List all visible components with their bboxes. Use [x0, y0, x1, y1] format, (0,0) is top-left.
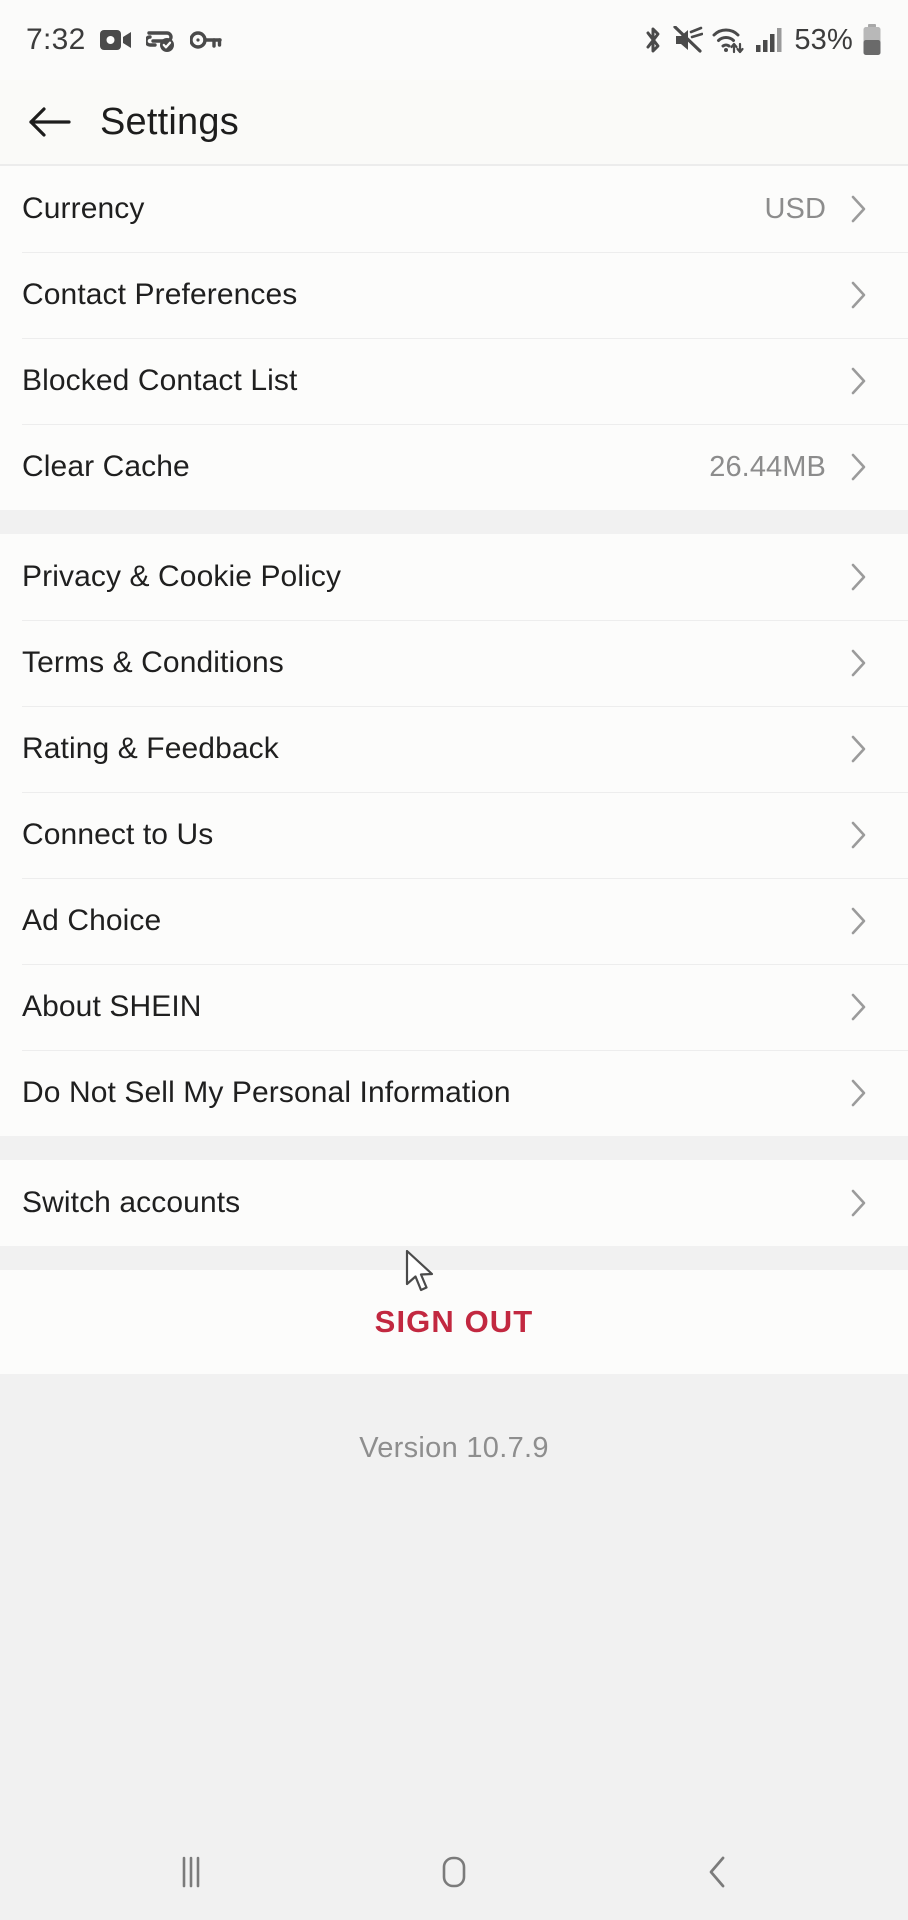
row-label: Do Not Sell My Personal Information — [22, 1076, 511, 1109]
setting-row-privacy-cookie-policy[interactable]: Privacy & Cookie Policy — [0, 534, 908, 620]
sign-out-label: SIGN OUT — [374, 1304, 534, 1339]
setting-row-rating-feedback[interactable]: Rating & Feedback — [0, 706, 908, 792]
key-icon — [189, 30, 222, 50]
setting-row-currency[interactable]: Currency USD — [0, 166, 908, 252]
setting-row-do-not-sell-my-personal-information[interactable]: Do Not Sell My Personal Information — [0, 1050, 908, 1136]
chevron-right-icon — [848, 646, 870, 680]
row-label: About SHEIN — [22, 990, 202, 1023]
version-footer: Version 10.7.9 — [0, 1374, 908, 1824]
nav-back-icon[interactable] — [662, 1837, 772, 1907]
settings-section-preferences: Currency USD Contact Preferences Blocked… — [0, 166, 908, 510]
setting-row-blocked-contact-list[interactable]: Blocked Contact List — [0, 338, 908, 424]
wifi-icon — [712, 26, 746, 54]
sign-out-button[interactable]: SIGN OUT — [0, 1270, 908, 1374]
row-label: Ad Choice — [22, 904, 162, 937]
chevron-right-icon — [848, 450, 870, 484]
video-camera-icon — [99, 28, 132, 52]
row-label: Terms & Conditions — [22, 646, 284, 679]
settings-section-account: Switch accounts — [0, 1160, 908, 1246]
bluetooth-icon — [642, 25, 664, 55]
setting-row-clear-cache[interactable]: Clear Cache 26.44MB — [0, 424, 908, 510]
chevron-right-icon — [848, 1186, 870, 1220]
section-divider-1 — [0, 510, 908, 534]
chevron-right-icon — [848, 278, 870, 312]
row-label: Currency — [22, 192, 145, 225]
vpn-check-icon — [145, 27, 176, 53]
status-time: 7:32 — [26, 23, 86, 56]
row-label: Switch accounts — [22, 1186, 241, 1219]
section-divider-2 — [0, 1136, 908, 1160]
chevron-right-icon — [848, 364, 870, 398]
row-value-currency: USD — [764, 192, 826, 225]
row-value-cache-size: 26.44MB — [709, 450, 826, 483]
row-label: Privacy & Cookie Policy — [22, 560, 342, 593]
setting-row-switch-accounts[interactable]: Switch accounts — [0, 1160, 908, 1246]
settings-section-legal: Privacy & Cookie Policy Terms & Conditio… — [0, 534, 908, 1136]
chevron-right-icon — [848, 990, 870, 1024]
back-arrow-icon[interactable] — [26, 99, 72, 145]
chevron-right-icon — [848, 560, 870, 594]
android-nav-bar — [0, 1824, 908, 1920]
chevron-right-icon — [848, 192, 870, 226]
status-bar-left: 7:32 — [26, 23, 222, 57]
section-divider-3 — [0, 1246, 908, 1270]
settings-scroll-area[interactable]: Currency USD Contact Preferences Blocked… — [0, 165, 908, 1824]
battery-icon — [862, 24, 882, 56]
row-label: Blocked Contact List — [22, 364, 298, 397]
cellular-signal-icon — [755, 26, 783, 54]
chevron-right-icon — [848, 1076, 870, 1110]
recents-icon[interactable] — [136, 1837, 246, 1907]
setting-row-contact-preferences[interactable]: Contact Preferences — [0, 252, 908, 338]
chevron-right-icon — [848, 732, 870, 766]
row-label: Rating & Feedback — [22, 732, 279, 765]
app-header: Settings — [0, 80, 908, 165]
chevron-right-icon — [848, 904, 870, 938]
setting-row-ad-choice[interactable]: Ad Choice — [0, 878, 908, 964]
setting-row-about-shein[interactable]: About SHEIN — [0, 964, 908, 1050]
phone-screen: 7:32 53% Settings Currency USD Contact P… — [0, 0, 908, 1920]
page-title: Settings — [100, 100, 239, 143]
status-bar-right: 53% — [642, 24, 882, 57]
row-label: Clear Cache — [22, 450, 190, 483]
chevron-right-icon — [848, 818, 870, 852]
row-label: Connect to Us — [22, 818, 214, 851]
home-icon[interactable] — [399, 1837, 509, 1907]
setting-row-connect-to-us[interactable]: Connect to Us — [0, 792, 908, 878]
battery-percent-label: 53% — [794, 23, 853, 56]
mute-icon — [673, 26, 704, 54]
version-label: Version 10.7.9 — [359, 1432, 549, 1464]
setting-row-terms-conditions[interactable]: Terms & Conditions — [0, 620, 908, 706]
row-label: Contact Preferences — [22, 278, 298, 311]
status-bar: 7:32 53% — [0, 0, 908, 80]
